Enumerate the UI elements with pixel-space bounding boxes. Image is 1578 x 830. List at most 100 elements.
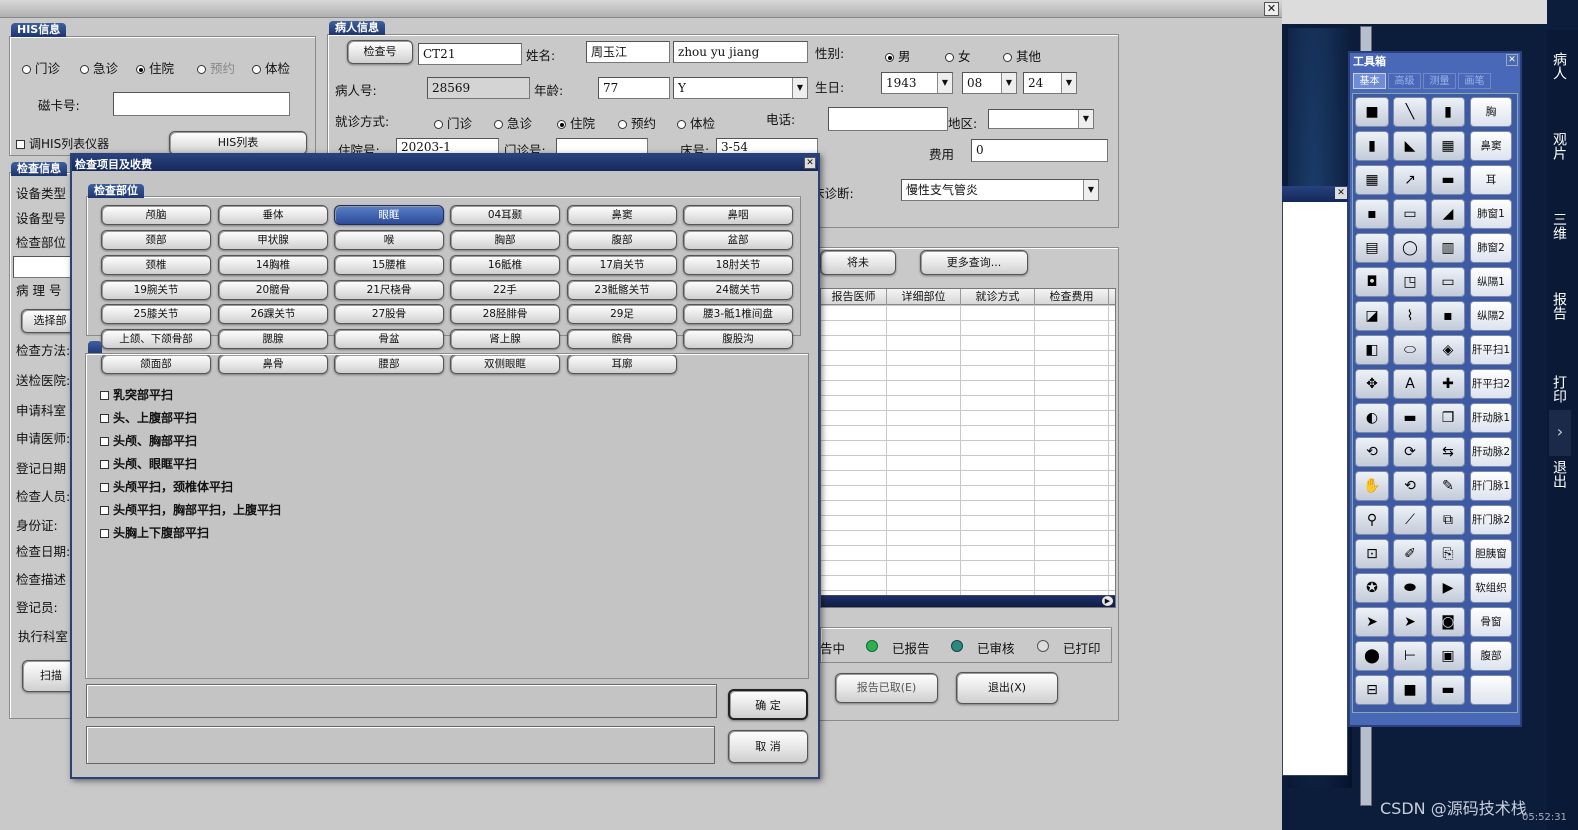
part-button[interactable]: 16骶椎 bbox=[450, 255, 560, 275]
exam-no-input[interactable]: CT21 bbox=[418, 43, 522, 65]
part-button[interactable]: 15腰椎 bbox=[334, 255, 444, 275]
part-button[interactable]: 23骶髂关节 bbox=[567, 280, 677, 300]
inpatient-input[interactable]: 20203-1 bbox=[396, 138, 499, 154]
exam-part-input[interactable] bbox=[13, 256, 73, 278]
part-button[interactable]: 25膝关节 bbox=[101, 304, 211, 324]
part-button[interactable]: 28胫腓骨 bbox=[450, 304, 560, 324]
part-button[interactable]: 肾上腺 bbox=[450, 329, 560, 349]
tool-icon[interactable]: ▦ bbox=[1431, 131, 1465, 161]
tool-icon[interactable]: ▮ bbox=[1355, 131, 1389, 161]
tool-icon[interactable]: ✪ bbox=[1355, 573, 1389, 603]
tool-icon[interactable]: ▪ bbox=[1355, 199, 1389, 229]
toolbox-tab-0[interactable]: 基本 bbox=[1353, 73, 1386, 89]
preset-button[interactable]: 肝门脉2 bbox=[1470, 505, 1512, 535]
part-button[interactable]: 颈椎 bbox=[101, 255, 211, 275]
part-button[interactable]: 19腕关节 bbox=[101, 280, 211, 300]
summary-box-1[interactable] bbox=[86, 684, 717, 718]
exit-button[interactable]: 退出(X) bbox=[956, 672, 1058, 704]
exam-no-button[interactable]: 检查号 bbox=[347, 40, 413, 64]
preset-button[interactable]: 腹部 bbox=[1470, 641, 1512, 671]
tool-icon[interactable]: ⬬ bbox=[1393, 573, 1427, 603]
part-button[interactable]: 20髋骨 bbox=[218, 280, 328, 300]
tool-icon[interactable]: ▭ bbox=[1393, 199, 1427, 229]
diag-select[interactable]: 慢性支气管炎 ▼ bbox=[901, 179, 1099, 201]
part-button[interactable]: 29足 bbox=[567, 304, 677, 324]
tool-icon[interactable]: ✋ bbox=[1355, 471, 1389, 501]
tool-icon[interactable]: ▶ bbox=[1431, 573, 1465, 603]
tool-icon[interactable]: ◘ bbox=[1355, 267, 1389, 297]
side-item-3[interactable]: 报告 bbox=[1551, 292, 1567, 320]
his-radio-2[interactable]: 住院 bbox=[136, 58, 174, 77]
preset-button[interactable]: 肝平扫1 bbox=[1470, 335, 1512, 365]
visit-radio-2[interactable]: 住院 bbox=[557, 113, 595, 132]
tool-icon[interactable]: ▥ bbox=[1431, 233, 1465, 263]
visit-radio-4[interactable]: 体检 bbox=[677, 113, 715, 132]
side-item-2[interactable]: 三维 bbox=[1551, 212, 1567, 240]
cancel-button[interactable]: 取 消 bbox=[728, 730, 808, 763]
dialog-close-icon[interactable]: ✕ bbox=[804, 157, 816, 169]
preset-button[interactable]: 鼻窦 bbox=[1470, 131, 1512, 161]
tool-icon[interactable]: ▤ bbox=[1355, 233, 1389, 263]
results-table[interactable]: 报告医师 详细部位 就诊方式 检查费用 ▶ bbox=[820, 288, 1116, 608]
tool-icon[interactable]: ↗ bbox=[1393, 165, 1427, 195]
part-button[interactable]: 骨盆 bbox=[334, 329, 444, 349]
part-button[interactable]: 18肘关节 bbox=[683, 255, 793, 275]
pid-input[interactable]: 28569 bbox=[427, 77, 530, 99]
tool-icon[interactable]: ◯ bbox=[1393, 233, 1427, 263]
bed-input[interactable]: 3-54 bbox=[716, 138, 818, 154]
tool-icon[interactable]: ⟲ bbox=[1355, 437, 1389, 467]
tool-icon[interactable]: ➤ bbox=[1355, 607, 1389, 637]
item-5[interactable]: 头颅平扫，胸部平扫，上腹平扫 bbox=[100, 501, 281, 518]
tool-icon[interactable]: ❐ bbox=[1431, 403, 1465, 433]
part-button[interactable]: 盆部 bbox=[683, 230, 793, 250]
part-button[interactable]: 垂体 bbox=[218, 205, 328, 225]
preset-button[interactable] bbox=[1470, 675, 1512, 705]
tool-icon[interactable]: ▮ bbox=[1431, 97, 1465, 127]
preset-button[interactable]: 肝动脉1 bbox=[1470, 403, 1512, 433]
preset-button[interactable]: 耳 bbox=[1470, 165, 1512, 195]
his-radio-0[interactable]: 门诊 bbox=[22, 58, 60, 77]
table-scrollbar[interactable] bbox=[821, 595, 1115, 607]
tool-icon[interactable]: ■ bbox=[1393, 675, 1427, 705]
toolbox-close-icon[interactable]: ✕ bbox=[1506, 54, 1518, 66]
card-input[interactable] bbox=[113, 92, 290, 116]
part-button[interactable]: 04耳颞 bbox=[450, 205, 560, 225]
tool-icon[interactable]: ■ bbox=[1355, 97, 1389, 127]
his-radio-3[interactable]: 预约 bbox=[197, 58, 235, 77]
item-4[interactable]: 头颅平扫，颈椎体平扫 bbox=[100, 478, 233, 495]
tool-icon[interactable]: ⊟ bbox=[1355, 675, 1389, 705]
preset-button[interactable]: 纵隔2 bbox=[1470, 301, 1512, 331]
tool-icon[interactable]: A bbox=[1393, 369, 1427, 399]
preset-button[interactable]: 胸 bbox=[1470, 97, 1512, 127]
part-button[interactable]: 腮腺 bbox=[218, 329, 328, 349]
side-item-0[interactable]: 病人 bbox=[1551, 52, 1567, 80]
close-icon[interactable]: ✕ bbox=[1264, 2, 1279, 16]
birth-day-select[interactable]: 24 ▼ bbox=[1023, 72, 1077, 94]
birth-month-select[interactable]: 08 ▼ bbox=[962, 72, 1017, 94]
preset-button[interactable]: 软组织 bbox=[1470, 573, 1512, 603]
part-button[interactable]: 24髋关节 bbox=[683, 280, 793, 300]
tool-icon[interactable]: ⌇ bbox=[1393, 301, 1427, 331]
tool-icon[interactable]: ▪ bbox=[1431, 301, 1465, 331]
item-6[interactable]: 头胸上下腹部平扫 bbox=[100, 524, 209, 541]
more-query-button[interactable]: 更多查询... bbox=[920, 250, 1028, 275]
part-button[interactable]: 眼眶 bbox=[334, 205, 444, 225]
col-2[interactable]: 就诊方式 bbox=[961, 289, 1035, 305]
part-button[interactable]: 21尺桡骨 bbox=[334, 280, 444, 300]
visit-radio-0[interactable]: 门诊 bbox=[434, 113, 472, 132]
side-expand-icon[interactable]: › bbox=[1549, 410, 1571, 456]
tool-icon[interactable]: ⬤ bbox=[1355, 641, 1389, 671]
item-1[interactable]: 头、上腹部平扫 bbox=[100, 409, 197, 426]
tool-icon[interactable]: ⇆ bbox=[1431, 437, 1465, 467]
his-chk[interactable]: 调HIS列表仪器 bbox=[16, 135, 109, 152]
toolbox-tab-1[interactable]: 高级 bbox=[1388, 73, 1421, 89]
part-button[interactable]: 甲状腺 bbox=[218, 230, 328, 250]
tool-icon[interactable]: ◙ bbox=[1431, 607, 1465, 637]
part-button[interactable]: 鼻窦 bbox=[567, 205, 677, 225]
col-1[interactable]: 详细部位 bbox=[887, 289, 961, 305]
region-select[interactable]: ▼ bbox=[988, 109, 1094, 129]
phone-input[interactable] bbox=[828, 107, 948, 131]
tool-icon[interactable]: ◣ bbox=[1393, 131, 1427, 161]
part-button[interactable]: 喉 bbox=[334, 230, 444, 250]
tool-icon[interactable]: ⟲ bbox=[1393, 471, 1427, 501]
